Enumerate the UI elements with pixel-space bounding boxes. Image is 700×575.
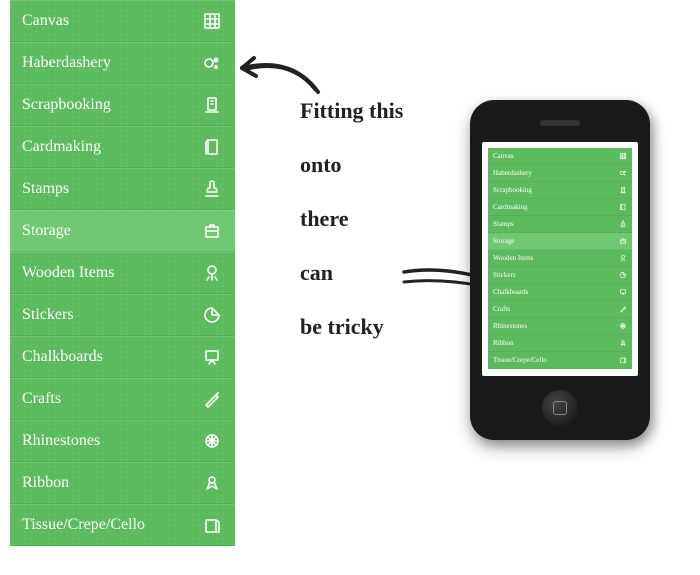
haberdashery-icon — [201, 52, 223, 74]
menu-item-label: Cardmaking — [22, 138, 101, 156]
mini-menu-label: Scrapbooking — [493, 186, 532, 194]
mini-menu-label: Stickers — [493, 271, 516, 279]
menu-item-label: Canvas — [22, 12, 69, 30]
annotation-line: there — [300, 208, 403, 230]
storage-icon — [201, 220, 223, 242]
mini-menu-item[interactable]: Stamps — [488, 216, 632, 233]
annotation-line: can — [300, 262, 403, 284]
cardmaking-icon — [201, 136, 223, 158]
menu-item-wooden-items[interactable]: Wooden Items — [10, 252, 235, 294]
annotation-line: onto — [300, 154, 403, 176]
menu-item-label: Tissue/Crepe/Cello — [22, 516, 145, 534]
menu-item-label: Rhinestones — [22, 432, 100, 450]
mini-menu-item[interactable]: Ribbon — [488, 335, 632, 352]
menu-item-tissue-crepe-cello[interactable]: Tissue/Crepe/Cello — [10, 504, 235, 546]
annotation-text: Fitting this onto there can be tricky — [300, 100, 403, 370]
mini-menu-item[interactable]: Storage — [488, 233, 632, 250]
mini-menu-item[interactable]: Tissue/Crepe/Cello — [488, 352, 632, 369]
ribbon-icon — [618, 339, 627, 348]
mini-menu-item[interactable]: Cardmaking — [488, 199, 632, 216]
rhinestones-icon — [618, 322, 627, 331]
phone-home-button[interactable] — [542, 390, 578, 426]
menu-item-storage[interactable]: Storage — [10, 210, 235, 252]
mini-menu-label: Wooden Items — [493, 254, 533, 262]
rhinestones-icon — [201, 430, 223, 452]
category-menu: Canvas Haberdashery Scrapbooking Cardmaking… — [10, 0, 235, 546]
mini-menu-item[interactable]: Wooden Items — [488, 250, 632, 267]
annotation-line: Fitting this — [300, 100, 403, 122]
mini-menu-item[interactable]: Rhinestones — [488, 318, 632, 335]
phone-speaker-icon — [540, 120, 580, 126]
menu-item-chalkboards[interactable]: Chalkboards — [10, 336, 235, 378]
menu-item-label: Haberdashery — [22, 54, 111, 72]
stickers-icon — [201, 304, 223, 326]
haberdashery-icon — [618, 169, 627, 178]
scrapbooking-icon — [618, 186, 627, 195]
menu-item-label: Stamps — [22, 180, 69, 198]
menu-item-label: Scrapbooking — [22, 96, 111, 114]
mini-menu-item[interactable]: Chalkboards — [488, 284, 632, 301]
menu-item-label: Chalkboards — [22, 348, 103, 366]
phone-mockup: Canvas Haberdashery Scrapbooking Cardmaking… — [470, 100, 650, 440]
annotation-line: be tricky — [300, 316, 403, 338]
mini-menu-item[interactable]: Canvas — [488, 148, 632, 165]
cardmaking-icon — [618, 203, 627, 212]
mini-menu-label: Storage — [493, 237, 514, 245]
chalkboards-icon — [201, 346, 223, 368]
mini-menu-label: Canvas — [493, 152, 514, 160]
crafts-icon — [201, 388, 223, 410]
mini-menu-label: Tissue/Crepe/Cello — [493, 356, 547, 364]
mini-menu-label: Haberdashery — [493, 169, 532, 177]
canvas-icon — [201, 10, 223, 32]
mini-menu-item[interactable]: Haberdashery — [488, 165, 632, 182]
menu-item-crafts[interactable]: Crafts — [10, 378, 235, 420]
canvas-icon — [618, 152, 627, 161]
chalkboards-icon — [618, 288, 627, 297]
mini-menu-label: Stamps — [493, 220, 514, 228]
mini-menu-item[interactable]: Crafts — [488, 301, 632, 318]
stamps-icon — [201, 178, 223, 200]
menu-item-rhinestones[interactable]: Rhinestones — [10, 420, 235, 462]
menu-item-stamps[interactable]: Stamps — [10, 168, 235, 210]
menu-item-label: Storage — [22, 222, 71, 240]
mini-menu-label: Cardmaking — [493, 203, 528, 211]
stamps-icon — [618, 220, 627, 229]
mini-menu-label: Rhinestones — [493, 322, 527, 330]
menu-item-label: Stickers — [22, 306, 74, 324]
mini-menu-item[interactable]: Stickers — [488, 267, 632, 284]
arrow-to-menu-icon — [232, 48, 322, 98]
menu-item-cardmaking[interactable]: Cardmaking — [10, 126, 235, 168]
menu-item-label: Ribbon — [22, 474, 69, 492]
phone-screen: Canvas Haberdashery Scrapbooking Cardmaking… — [482, 142, 638, 376]
tissue-icon — [201, 514, 223, 536]
menu-item-scrapbooking[interactable]: Scrapbooking — [10, 84, 235, 126]
menu-item-canvas[interactable]: Canvas — [10, 0, 235, 42]
storage-icon — [618, 237, 627, 246]
menu-item-ribbon[interactable]: Ribbon — [10, 462, 235, 504]
ribbon-icon — [201, 472, 223, 494]
menu-item-haberdashery[interactable]: Haberdashery — [10, 42, 235, 84]
scrapbooking-icon — [201, 94, 223, 116]
wooden-icon — [201, 262, 223, 284]
tissue-icon — [618, 356, 627, 365]
mini-menu-label: Ribbon — [493, 339, 514, 347]
mini-menu-label: Chalkboards — [493, 288, 528, 296]
mini-menu-item[interactable]: Scrapbooking — [488, 182, 632, 199]
stickers-icon — [618, 271, 627, 280]
wooden-icon — [618, 254, 627, 263]
menu-item-stickers[interactable]: Stickers — [10, 294, 235, 336]
crafts-icon — [618, 305, 627, 314]
mini-menu-label: Crafts — [493, 305, 510, 313]
menu-item-label: Wooden Items — [22, 264, 114, 282]
menu-item-label: Crafts — [22, 390, 61, 408]
